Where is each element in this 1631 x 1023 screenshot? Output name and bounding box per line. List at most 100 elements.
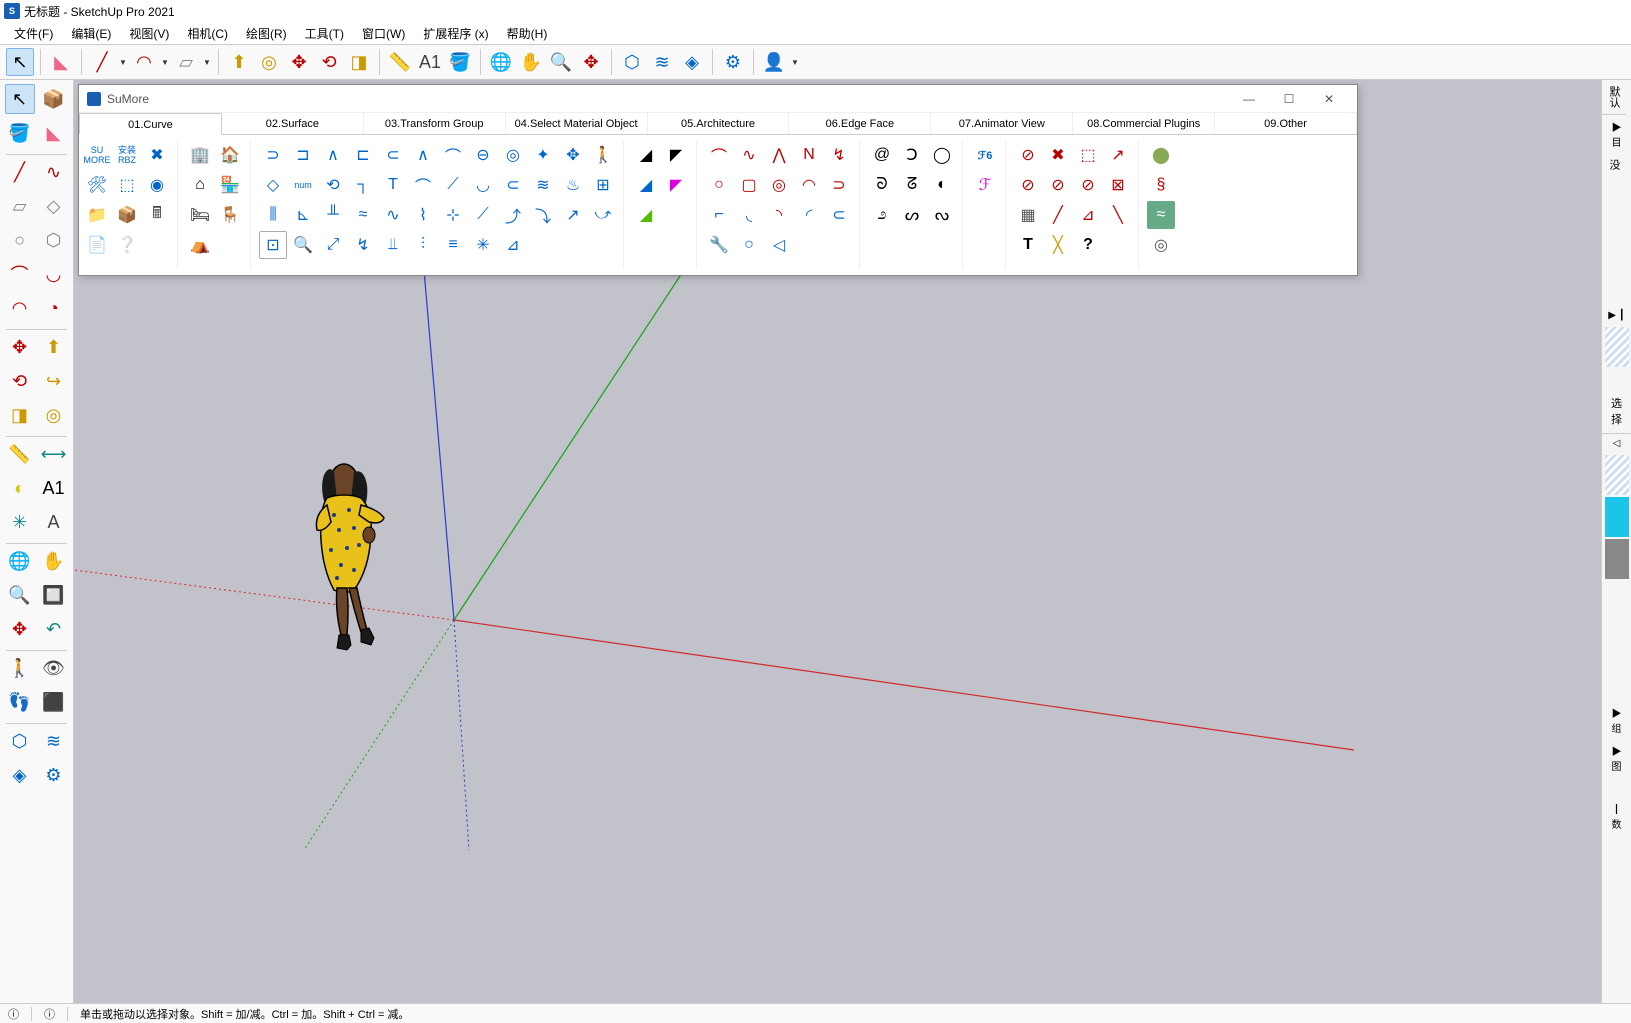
circle-icon[interactable]: ○ <box>5 225 35 255</box>
warehouse-icon[interactable]: ⬡ <box>5 726 35 756</box>
curve-icon[interactable]: ≈ <box>349 201 377 229</box>
maximize-icon[interactable]: ☐ <box>1269 87 1309 111</box>
user-profile-icon[interactable]: 👤 <box>760 48 788 76</box>
arch-house-icon[interactable]: 🏠 <box>216 141 244 169</box>
curve-icon[interactable]: ⊞ <box>589 171 617 199</box>
curve-icon[interactable]: ≋ <box>529 171 557 199</box>
tray-select-label[interactable]: 选择 <box>1602 389 1631 434</box>
spiral-icon[interactable]: ᘐ <box>868 171 896 199</box>
menu-camera[interactable]: 相机(C) <box>179 23 236 44</box>
curve-icon[interactable]: ◡ <box>469 171 497 199</box>
curve-icon[interactable]: 🔍 <box>289 231 317 259</box>
curve-icon[interactable]: ⊏ <box>349 141 377 169</box>
arc-tool-icon[interactable]: ◠ <box>130 48 158 76</box>
cc-icon[interactable]: ⌐ <box>705 201 733 229</box>
menu-view[interactable]: 视图(V) <box>121 23 177 44</box>
paint-bucket-icon[interactable]: 🪣 <box>5 118 35 148</box>
cc-icon[interactable]: ▢ <box>735 171 763 199</box>
zoom-window-icon[interactable]: 🔲 <box>39 580 69 610</box>
curve-icon[interactable]: ∿ <box>379 201 407 229</box>
com-icon[interactable]: ⬚ <box>1074 141 1102 169</box>
com-icon[interactable]: ⊠ <box>1104 171 1132 199</box>
scale-icon[interactable]: ◨ <box>5 400 35 430</box>
curve-icon[interactable]: ◎ <box>499 141 527 169</box>
menu-draw[interactable]: 绘图(R) <box>238 23 295 44</box>
text-icon[interactable]: A1 <box>39 473 69 503</box>
cc-icon[interactable]: ↯ <box>825 141 853 169</box>
curve-icon[interactable]: ↯ <box>349 231 377 259</box>
scale-figure[interactable] <box>299 460 409 673</box>
curve-icon[interactable]: ⫼ <box>259 201 287 229</box>
curve-icon[interactable]: ◇ <box>259 171 287 199</box>
sumore-titlebar[interactable]: SuMore — ☐ ✕ <box>79 85 1357 113</box>
curve-icon[interactable]: 🚶 <box>589 141 617 169</box>
close-icon[interactable]: ✕ <box>1309 87 1349 111</box>
orbit-tool-icon[interactable]: 🌐 <box>487 48 515 76</box>
sumore-tab-curve[interactable]: 01.Curve <box>79 113 222 135</box>
cc-icon[interactable]: ◠ <box>795 171 823 199</box>
com-icon[interactable]: ⊘ <box>1014 171 1042 199</box>
curve-icon[interactable]: ∧ <box>409 141 437 169</box>
curve-icon[interactable]: ⫶ <box>409 231 437 259</box>
com-text-icon[interactable]: T <box>1014 231 1042 259</box>
pushpull-icon[interactable]: ⬆ <box>39 332 69 362</box>
spiral-icon[interactable]: ೨ <box>868 201 896 229</box>
material-swatch-4[interactable] <box>1605 539 1629 579</box>
select-tool-icon[interactable]: ↖ <box>6 48 34 76</box>
curve-icon[interactable]: ⊡ <box>259 231 287 259</box>
sumore-install-rbz-icon[interactable]: 安装 RBZ <box>113 141 141 169</box>
offset-icon[interactable]: ◎ <box>39 400 69 430</box>
f6-icon[interactable]: ℱ6 <box>971 141 999 169</box>
sumore-tab-surface[interactable]: 02.Surface <box>222 113 364 134</box>
material-swatch-3[interactable] <box>1605 497 1629 537</box>
zoom-extents-icon[interactable]: ✥ <box>5 614 35 644</box>
curve-icon[interactable]: ⟋ <box>469 201 497 229</box>
curve-icon[interactable]: ⌇ <box>409 201 437 229</box>
com-icon[interactable]: ╳ <box>1044 231 1072 259</box>
sumore-tab-transform[interactable]: 03.Transform Group <box>364 113 506 134</box>
polygon-icon[interactable]: ⬡ <box>39 225 69 255</box>
com-icon[interactable]: ✖ <box>1044 141 1072 169</box>
tray-tab-none[interactable]: 没 <box>1602 153 1626 176</box>
other-icon[interactable]: ⬤ <box>1147 141 1175 169</box>
dimension-icon[interactable]: ⟷ <box>39 439 69 469</box>
curve-icon[interactable]: ⊂ <box>379 141 407 169</box>
eraser-icon[interactable]: ◣ <box>39 118 69 148</box>
rotate-icon[interactable]: ⟲ <box>5 366 35 396</box>
edge-icon[interactable]: ◢ <box>632 171 660 199</box>
cc-wrench-icon[interactable]: 🔧 <box>705 231 733 259</box>
curve-icon[interactable]: ∧ <box>319 141 347 169</box>
tray-tab-default[interactable]: 默认 <box>1602 80 1626 115</box>
curve-icon[interactable]: ⟋ <box>439 171 467 199</box>
cc-icon[interactable]: ◁ <box>765 231 793 259</box>
curve-icon[interactable]: ⊐ <box>289 141 317 169</box>
dropdown-icon[interactable]: ▼ <box>118 58 128 67</box>
ext-mgr-icon[interactable]: ⚙ <box>39 760 69 790</box>
tray-list-2[interactable]: ▶ 图 <box>1602 739 1631 777</box>
spiral-icon[interactable]: ◯ <box>928 141 956 169</box>
com-icon[interactable]: ↗ <box>1104 141 1132 169</box>
cc-icon[interactable]: N <box>795 141 823 169</box>
ext-wh-icon[interactable]: ≋ <box>39 726 69 756</box>
section-icon[interactable]: ⬛ <box>39 687 69 717</box>
cc-icon[interactable]: ⌒ <box>705 141 733 169</box>
previous-icon[interactable]: ↶ <box>39 614 69 644</box>
curve-icon[interactable]: ♨ <box>559 171 587 199</box>
curve-icon[interactable]: ≡ <box>439 231 467 259</box>
cc-icon[interactable]: ◎ <box>765 171 793 199</box>
extension-mgr-icon[interactable]: ⚙ <box>719 48 747 76</box>
curve-num-icon[interactable]: num <box>289 171 317 199</box>
cc-icon[interactable]: ⊂ <box>825 201 853 229</box>
com-icon[interactable]: ⊿ <box>1074 201 1102 229</box>
minimize-icon[interactable]: — <box>1229 87 1269 111</box>
zoom-tool-icon[interactable]: 🔍 <box>547 48 575 76</box>
curve-icon[interactable]: ⤵ <box>529 201 557 229</box>
protractor-icon[interactable]: ◐ <box>5 473 35 503</box>
scale-tool-icon[interactable]: ◨ <box>345 48 373 76</box>
curve-icon[interactable]: ┐ <box>349 171 377 199</box>
menu-file[interactable]: 文件(F) <box>6 23 61 44</box>
sumore-cube-icon[interactable]: ⬚ <box>113 171 141 199</box>
cc-icon[interactable]: ∿ <box>735 141 763 169</box>
other-spring-icon[interactable]: § <box>1147 171 1175 199</box>
cc-icon[interactable]: ◜ <box>795 201 823 229</box>
